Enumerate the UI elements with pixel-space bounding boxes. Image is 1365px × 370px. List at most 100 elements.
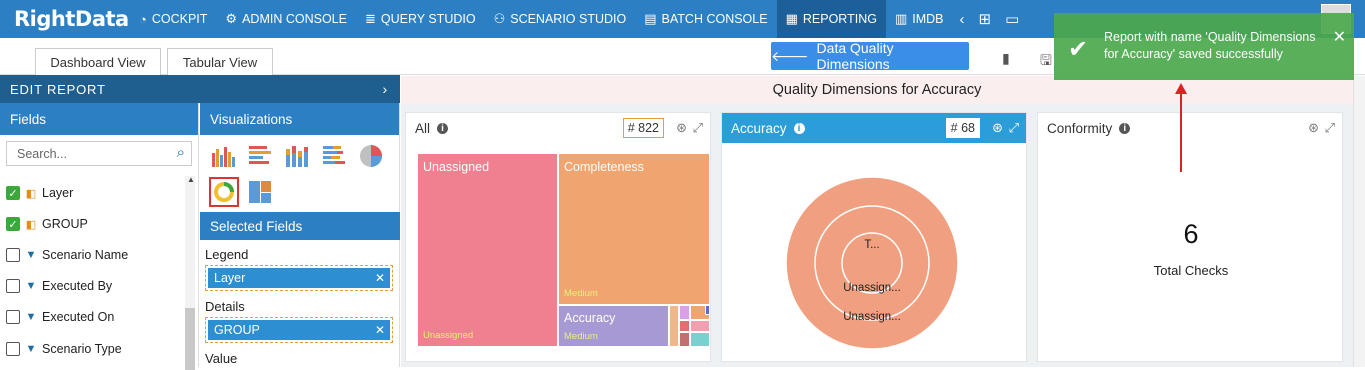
treemap-cell-accuracy[interactable]: Accuracy Medium xyxy=(558,305,669,347)
fields-header: Fields xyxy=(0,103,198,135)
card-conformity: Conformity i ⊛ ⤢ 6 Total Checks xyxy=(1037,112,1343,362)
expand-icon[interactable]: ⤢ xyxy=(1009,120,1019,136)
checkbox[interactable] xyxy=(6,248,20,262)
database-icon: ≣ xyxy=(364,11,376,26)
settings-icon[interactable]: ⊛ xyxy=(676,120,687,136)
chevron-left-icon[interactable]: ‹ xyxy=(953,0,972,38)
close-icon[interactable]: ✕ xyxy=(1333,27,1346,47)
donut-label-middle: Unassign... xyxy=(843,282,901,294)
scroll-up-icon[interactable]: ▲ xyxy=(187,175,195,184)
count-badge: # 822 xyxy=(622,118,664,138)
gauge-icon: ◔ xyxy=(139,11,147,27)
treemap-cell-unassigned[interactable]: Unassigned Unassigned xyxy=(417,153,558,347)
checkbox[interactable]: ✓ xyxy=(6,186,20,200)
treemap-cell-small[interactable] xyxy=(679,305,690,320)
bar-chart-icon[interactable] xyxy=(247,143,273,169)
filter-icon: ▼ xyxy=(25,280,37,292)
value-label: Value xyxy=(205,351,238,366)
field-item-scenario-name[interactable]: ▼ Scenario Name xyxy=(6,245,128,265)
donut-label-outer: Unassign... xyxy=(843,311,901,323)
treemap-cell-small[interactable] xyxy=(669,305,679,347)
field-item-layer[interactable]: ✓ ◧ Layer xyxy=(6,183,73,203)
dimension-icon: ◧ xyxy=(25,218,37,231)
nav-admin-console[interactable]: ⚙ ADMIN CONSOLE xyxy=(216,0,356,38)
visualizations-panel: Visualizations Selected Fields Legend La… xyxy=(200,103,400,367)
column-chart-icon[interactable] xyxy=(210,143,236,169)
stacked-column-icon[interactable] xyxy=(284,143,310,169)
treemap-cell-small[interactable] xyxy=(705,305,710,315)
data-quality-dimensions-button[interactable]: 🡐 Data Quality Dimensions xyxy=(771,40,969,72)
donut-chart[interactable] xyxy=(782,173,962,353)
nav-batch-console[interactable]: ▤ BATCH CONSOLE xyxy=(635,0,776,38)
canvas-scrollbar[interactable] xyxy=(1353,76,1365,367)
remove-icon[interactable]: ✕ xyxy=(375,323,385,337)
report-icon: ▦ xyxy=(785,11,798,26)
nav-imdb[interactable]: ▥ IMDB xyxy=(886,0,953,38)
field-item-group[interactable]: ✓ ◧ GROUP xyxy=(6,214,88,234)
nav-query-studio[interactable]: ≣ QUERY STUDIO xyxy=(356,0,485,38)
nav-scenario-studio[interactable]: ⚇ SCENARIO STUDIO xyxy=(485,0,636,38)
treemap-cell-small[interactable] xyxy=(690,320,710,332)
expand-icon[interactable]: ⤢ xyxy=(1325,120,1335,136)
arrow-left-icon: 🡐 xyxy=(771,47,809,64)
success-toast: ✔ Report with name 'Quality Dimensions f… xyxy=(1054,13,1354,80)
batch-icon: ▤ xyxy=(644,11,657,26)
toggles-icon: ⚇ xyxy=(493,11,506,26)
remove-icon[interactable]: ✕ xyxy=(375,271,385,285)
treemap-icon[interactable] xyxy=(247,179,273,205)
expand-icon[interactable]: ⤢ xyxy=(693,120,703,136)
field-search-input[interactable]: Search... ⌕ xyxy=(6,141,192,166)
total-checks-label: Total Checks xyxy=(1153,263,1229,278)
card-accuracy: Accuracy i # 68 ⊛ ⤢ T... Unassign... Una… xyxy=(721,112,1027,362)
annotation-arrow xyxy=(1175,83,1187,172)
count-badge: # 68 xyxy=(945,118,980,138)
legend-dropzone[interactable]: Layer ✕ xyxy=(205,265,393,291)
settings-icon[interactable]: ⊛ xyxy=(1308,120,1319,136)
checkbox[interactable] xyxy=(6,310,20,324)
book-icon[interactable]: ▮ xyxy=(1002,50,1010,67)
settings-icon[interactable]: ⊛ xyxy=(992,120,1003,136)
checkbox[interactable] xyxy=(6,279,20,293)
treemap-cell-completeness[interactable]: Completeness Medium xyxy=(558,153,710,305)
treemap-cell-small[interactable] xyxy=(679,332,690,347)
fields-scroll-thumb[interactable] xyxy=(185,308,195,370)
legend-field-pill[interactable]: Layer ✕ xyxy=(208,268,390,288)
save-icon[interactable]: 🖫 xyxy=(1040,50,1052,74)
checkbox[interactable]: ✓ xyxy=(6,217,20,231)
treemap-cell-small[interactable] xyxy=(679,320,690,332)
field-item-executed-by[interactable]: ▼ Executed By xyxy=(6,276,112,296)
info-icon[interactable]: i xyxy=(793,122,805,134)
edit-report-header: EDIT REPORT › xyxy=(0,75,400,103)
details-field-pill[interactable]: GROUP ✕ xyxy=(208,320,390,340)
card-header: Accuracy i # 68 ⊛ ⤢ xyxy=(722,113,1026,143)
info-icon[interactable]: i xyxy=(1119,122,1131,134)
pie-chart-icon[interactable] xyxy=(358,143,384,169)
field-item-executed-on[interactable]: ▼ Executed On xyxy=(6,307,114,327)
nav-cockpit[interactable]: ◔ COCKPIT xyxy=(130,0,216,38)
chevron-right-icon[interactable]: › xyxy=(383,81,388,97)
search-icon[interactable]: ⌕ xyxy=(177,144,185,161)
visualizations-header: Visualizations xyxy=(200,103,399,135)
field-item-scenario-type[interactable]: ▼ Scenario Type xyxy=(6,339,122,359)
columns-icon: ▥ xyxy=(894,11,908,26)
details-dropzone[interactable]: GROUP ✕ xyxy=(205,317,393,343)
nav-reporting[interactable]: ▦ REPORTING xyxy=(776,0,886,38)
donut-chart-option-selected[interactable] xyxy=(209,177,239,207)
tab-tabular-view[interactable]: Tabular View xyxy=(167,48,273,75)
report-title: Quality Dimensions for Accuracy xyxy=(401,76,1353,104)
filter-icon: ▼ xyxy=(25,249,37,261)
info-icon[interactable]: i xyxy=(437,122,449,134)
add-table-icon[interactable]: ⊞ xyxy=(972,0,999,38)
card-all: All i # 822 ⊛ ⤢ Unassigned Unassigned Co… xyxy=(405,112,711,362)
stacked-bar-icon[interactable] xyxy=(321,143,347,169)
app-logo[interactable]: RightData xyxy=(0,7,130,31)
filter-icon: ▼ xyxy=(25,311,37,323)
fields-panel: Fields Search... ⌕ ✓ ◧ Layer ✓ ◧ GROUP ▼… xyxy=(0,103,199,370)
dashboard-icon[interactable]: ▭ xyxy=(998,0,1026,38)
checkbox[interactable] xyxy=(6,342,20,356)
total-checks-value: 6 xyxy=(1183,219,1199,249)
card-header: All i # 822 ⊛ ⤢ xyxy=(406,113,710,143)
tab-dashboard-view[interactable]: Dashboard View xyxy=(35,48,161,75)
treemap-cell-small[interactable] xyxy=(690,332,710,347)
legend-label: Legend xyxy=(205,247,249,262)
